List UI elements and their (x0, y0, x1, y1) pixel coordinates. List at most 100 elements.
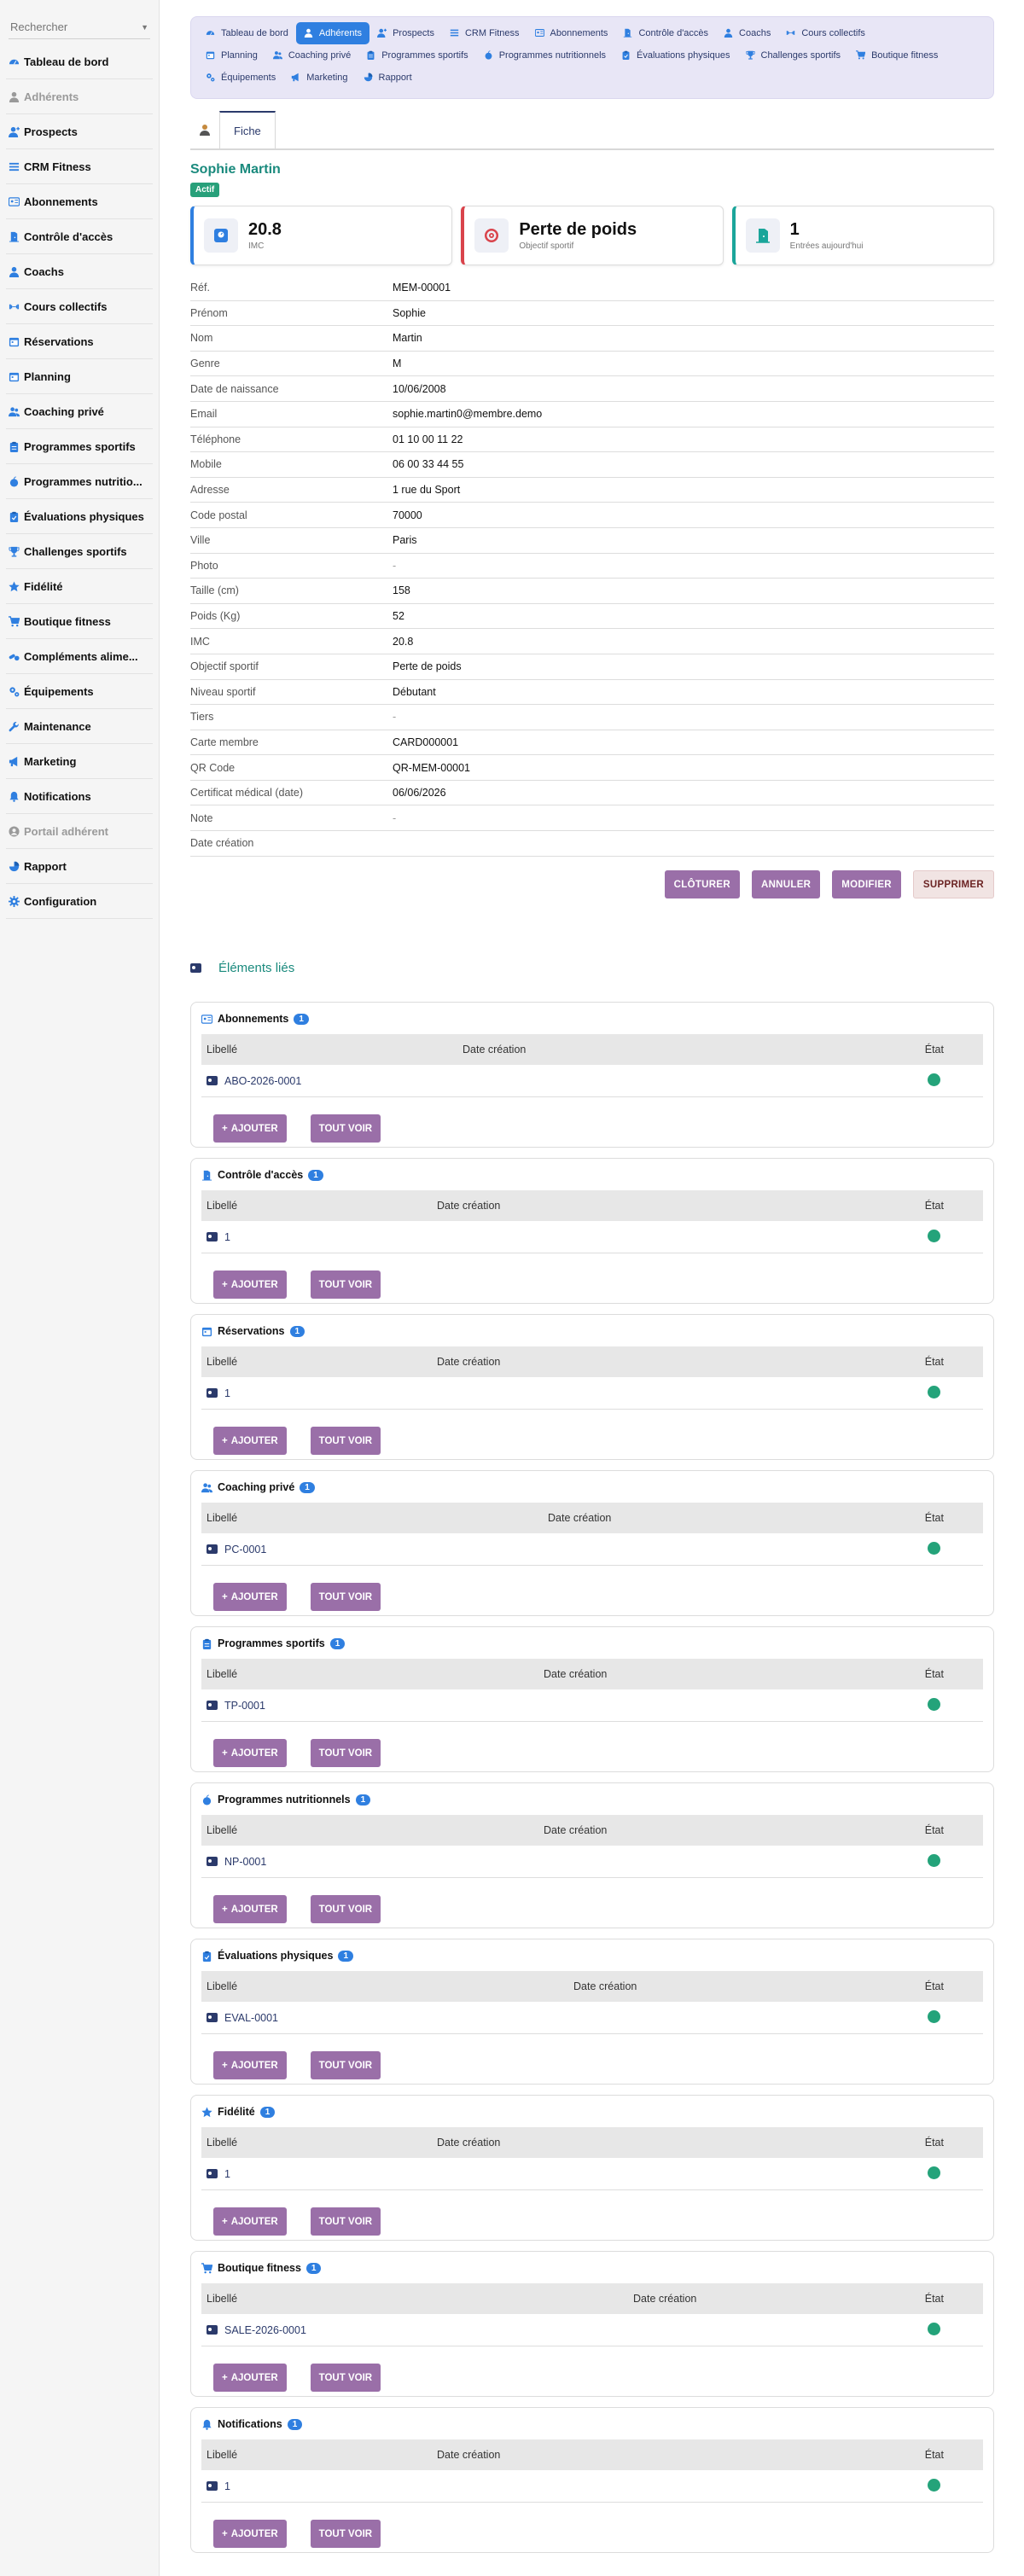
row-ref[interactable]: 1 (224, 2168, 230, 2180)
sidebar-item-6[interactable]: Coachs (6, 254, 153, 289)
add-button[interactable]: + AJOUTER (213, 1739, 287, 1767)
add-button[interactable]: + AJOUTER (213, 2520, 287, 2548)
modify-button[interactable]: MODIFIER (832, 870, 901, 898)
plus-icon: + (222, 1123, 228, 1134)
sidebar-item-13[interactable]: Évaluations physiques (6, 499, 153, 534)
see-all-button[interactable]: TOUT VOIR (310, 2207, 381, 2236)
top-nav-item-row1-1[interactable]: Adhérents (295, 22, 370, 44)
row-label[interactable]: SALE-2026-0001 (207, 2324, 633, 2336)
sidebar-item-2[interactable]: Prospects (6, 114, 153, 149)
add-button[interactable]: + AJOUTER (213, 2207, 287, 2236)
row-ref[interactable]: 1 (224, 1231, 230, 1243)
add-button[interactable]: + AJOUTER (213, 2364, 287, 2392)
top-nav-item-row1-0[interactable]: Tableau de bord (198, 22, 296, 44)
see-all-button[interactable]: TOUT VOIR (310, 1739, 381, 1767)
sidebar-item-9[interactable]: Planning (6, 359, 153, 394)
top-nav-item-row2-1[interactable]: Coaching privé (265, 44, 358, 67)
row-label[interactable]: 1 (207, 2480, 437, 2492)
add-button[interactable]: + AJOUTER (213, 1271, 287, 1299)
row-ref[interactable]: PC-0001 (224, 1544, 266, 1555)
add-button[interactable]: + AJOUTER (213, 1895, 287, 1923)
sidebar-item-16[interactable]: Boutique fitness (6, 604, 153, 639)
chevron-down-icon[interactable]: ▼ (141, 23, 148, 32)
sidebar-item-20[interactable]: Marketing (6, 744, 153, 779)
clipboard-icon (366, 50, 377, 61)
see-all-button[interactable]: TOUT VOIR (310, 1271, 381, 1299)
sidebar-item-label: Portail adhérent (24, 824, 108, 838)
clipboard-check-icon (9, 511, 20, 522)
row-ref[interactable]: SALE-2026-0001 (224, 2324, 306, 2336)
see-all-button[interactable]: TOUT VOIR (310, 1427, 381, 1455)
sidebar-item-18[interactable]: Équipements (6, 674, 153, 709)
sidebar-item-17[interactable]: Compléments alime... (6, 639, 153, 674)
sidebar-item-23[interactable]: Rapport (6, 849, 153, 884)
row-ref[interactable]: 1 (224, 2480, 230, 2492)
delete-button[interactable]: SUPPRIMER (912, 870, 994, 898)
top-nav-item-row2-6[interactable]: Boutique fitness (848, 44, 945, 67)
sidebar-item-0[interactable]: Tableau de bord (6, 44, 153, 79)
sidebar-item-5[interactable]: Contrôle d'accès (6, 219, 153, 254)
sidebar-item-label: Évaluations physiques (24, 509, 144, 523)
sidebar-item-3[interactable]: CRM Fitness (6, 149, 153, 184)
see-all-button[interactable]: TOUT VOIR (310, 1895, 381, 1923)
top-nav-item-row3-0[interactable]: Équipements (198, 67, 283, 89)
row-state (911, 1697, 978, 1713)
search-box[interactable]: ▼ (9, 15, 150, 39)
row-label[interactable]: PC-0001 (207, 1544, 548, 1555)
sidebar-item-label: Réservations (24, 334, 94, 348)
top-nav-item-row3-1[interactable]: Marketing (283, 67, 355, 89)
sidebar-item-21[interactable]: Notifications (6, 779, 153, 814)
top-nav-item-row3-2[interactable]: Rapport (356, 67, 420, 89)
close-button[interactable]: CLÔTURER (664, 870, 740, 898)
cancel-button[interactable]: ANNULER (751, 870, 821, 898)
row-ref[interactable]: EVAL-0001 (224, 2012, 278, 2024)
see-all-button[interactable]: TOUT VOIR (310, 2051, 381, 2079)
see-all-button[interactable]: TOUT VOIR (310, 1114, 381, 1143)
sidebar-item-12[interactable]: Programmes nutritio... (6, 464, 153, 499)
sidebar-item-19[interactable]: Maintenance (6, 709, 153, 744)
see-all-button[interactable]: TOUT VOIR (310, 1583, 381, 1611)
top-nav-item-row2-4[interactable]: Évaluations physiques (614, 44, 737, 67)
sidebar-item-label: Configuration (24, 894, 97, 908)
add-button[interactable]: + AJOUTER (213, 1427, 287, 1455)
top-nav-item-row2-2[interactable]: Programmes sportifs (358, 44, 475, 67)
top-nav-item-row1-6[interactable]: Coachs (716, 22, 778, 44)
row-label[interactable]: 1 (207, 1387, 437, 1399)
add-button[interactable]: + AJOUTER (213, 1114, 287, 1143)
field-row: Carte membre CARD000001 (190, 730, 994, 756)
sidebar-item-1[interactable]: Adhérents (6, 79, 153, 114)
sidebar-item-4[interactable]: Abonnements (6, 184, 153, 219)
row-ref[interactable]: TP-0001 (224, 1700, 265, 1712)
sidebar-item-10[interactable]: Coaching privé (6, 394, 153, 429)
row-ref[interactable]: ABO-2026-0001 (224, 1075, 301, 1087)
see-all-button[interactable]: TOUT VOIR (310, 2520, 381, 2548)
row-label[interactable]: 1 (207, 1231, 437, 1243)
search-input[interactable] (10, 20, 130, 33)
sidebar-item-24[interactable]: Configuration (6, 884, 153, 919)
sidebar-item-22[interactable]: Portail adhérent (6, 814, 153, 849)
top-nav-item-row1-7[interactable]: Cours collectifs (778, 22, 873, 44)
sidebar-item-7[interactable]: Cours collectifs (6, 289, 153, 324)
row-label[interactable]: ABO-2026-0001 (207, 1075, 463, 1087)
row-label[interactable]: TP-0001 (207, 1700, 544, 1712)
top-nav-item-row2-0[interactable]: Planning (198, 44, 265, 67)
add-button[interactable]: + AJOUTER (213, 1583, 287, 1611)
top-nav-item-row2-5[interactable]: Challenges sportifs (738, 44, 849, 67)
row-label[interactable]: EVAL-0001 (207, 2012, 573, 2024)
sidebar-item-8[interactable]: Réservations (6, 324, 153, 359)
see-all-button[interactable]: TOUT VOIR (310, 2364, 381, 2392)
sidebar-item-14[interactable]: Challenges sportifs (6, 534, 153, 569)
row-label[interactable]: NP-0001 (207, 1856, 544, 1868)
row-ref[interactable]: NP-0001 (224, 1856, 266, 1868)
top-nav-item-row1-4[interactable]: Abonnements (527, 22, 616, 44)
top-nav-item-row2-3[interactable]: Programmes nutritionnels (476, 44, 614, 67)
sidebar-item-15[interactable]: Fidélité (6, 569, 153, 604)
row-label[interactable]: 1 (207, 2168, 437, 2180)
row-ref[interactable]: 1 (224, 1387, 230, 1399)
top-nav-item-row1-5[interactable]: Contrôle d'accès (615, 22, 716, 44)
tab-fiche[interactable]: Fiche (219, 111, 276, 148)
top-nav-item-row1-3[interactable]: CRM Fitness (442, 22, 527, 44)
add-button[interactable]: + AJOUTER (213, 2051, 287, 2079)
sidebar-item-11[interactable]: Programmes sportifs (6, 429, 153, 464)
top-nav-item-row1-2[interactable]: Prospects (369, 22, 442, 44)
